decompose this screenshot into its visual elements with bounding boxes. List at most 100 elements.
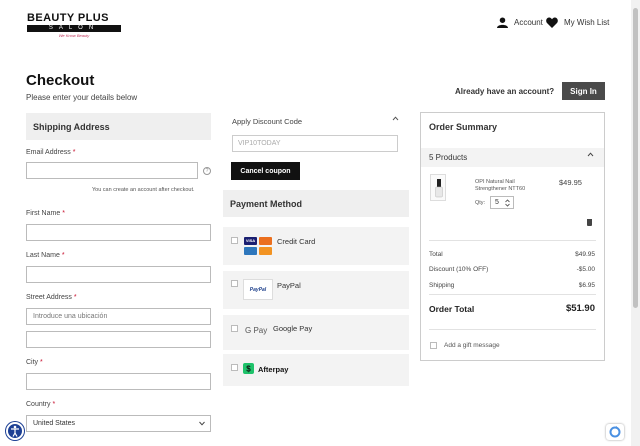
credit-card-checkbox[interactable] bbox=[231, 237, 238, 244]
discount-code-input[interactable]: VIP10TODAY bbox=[232, 135, 398, 152]
gift-message-label[interactable]: Add a gift message bbox=[444, 342, 500, 349]
last-name-label: Last Name * bbox=[26, 252, 65, 259]
country-label-text: Country bbox=[26, 401, 51, 408]
divider bbox=[429, 294, 596, 295]
wishlist-link[interactable]: My Wish List bbox=[546, 17, 609, 28]
amex-icon bbox=[244, 247, 257, 255]
required-mark: * bbox=[72, 149, 76, 156]
first-name-label: First Name * bbox=[26, 210, 65, 217]
sign-in-button[interactable]: Sign In bbox=[562, 82, 605, 100]
required-mark: * bbox=[61, 252, 65, 259]
user-icon bbox=[497, 17, 508, 28]
wishlist-label: My Wish List bbox=[564, 18, 610, 27]
help-icon[interactable]: ? bbox=[203, 167, 211, 175]
products-toggle[interactable]: 5 Products bbox=[421, 148, 604, 167]
quantity-stepper[interactable]: 5 bbox=[490, 196, 514, 209]
logo-bar-text: SALON bbox=[27, 25, 121, 32]
divider bbox=[429, 329, 596, 330]
qty-label: Qty: bbox=[475, 200, 486, 206]
shipping-address-heading: Shipping Address bbox=[26, 113, 211, 140]
payment-method-heading: Payment Method bbox=[223, 190, 409, 217]
order-summary-heading: Order Summary bbox=[429, 122, 498, 132]
brand-logo[interactable]: BEAUTY PLUS SALON We Know Beauty bbox=[27, 13, 121, 39]
account-link[interactable]: Account bbox=[497, 17, 543, 28]
page-title: Checkout bbox=[26, 72, 95, 89]
required-mark: * bbox=[52, 401, 56, 408]
google-pay-logo-icon: G Pay bbox=[245, 326, 268, 335]
required-mark: * bbox=[40, 359, 43, 366]
country-select[interactable]: United States bbox=[26, 415, 211, 432]
city-label: City * bbox=[26, 359, 43, 366]
order-total-value: $51.90 bbox=[565, 303, 595, 314]
discount-toggle[interactable]: Apply Discount Code bbox=[232, 117, 302, 126]
required-mark: * bbox=[73, 294, 77, 301]
discover-icon bbox=[259, 247, 272, 255]
email-helper-text: You can create an account after checkout… bbox=[92, 187, 195, 193]
page-subtitle: Please enter your details below bbox=[26, 93, 138, 102]
city-field[interactable] bbox=[26, 373, 211, 390]
street-field-1[interactable]: Introduce una ubicación bbox=[26, 308, 211, 325]
chevron-up-icon[interactable] bbox=[392, 116, 399, 121]
discount-label: Discount (10% OFF) bbox=[429, 266, 489, 273]
first-name-field[interactable] bbox=[26, 224, 211, 241]
products-count: 5 Products bbox=[429, 153, 468, 162]
product-thumbnail bbox=[430, 174, 446, 201]
logo-script-text: We Know Beauty bbox=[58, 33, 90, 38]
country-value: United States bbox=[33, 420, 76, 427]
already-account-text: Already have an account? bbox=[455, 87, 555, 96]
scrollbar-thumb[interactable] bbox=[633, 8, 638, 308]
last-name-field[interactable] bbox=[26, 266, 211, 283]
first-name-label-text: First Name bbox=[26, 210, 61, 217]
afterpay-logo-icon: $ bbox=[243, 363, 254, 374]
email-field[interactable] bbox=[26, 162, 198, 179]
gift-message-checkbox[interactable] bbox=[430, 342, 437, 349]
account-label: Account bbox=[514, 18, 543, 27]
chevron-up-icon bbox=[587, 152, 594, 157]
street-label: Street Address * bbox=[26, 294, 77, 301]
email-label: Email Address * bbox=[26, 149, 75, 156]
recaptcha-badge-icon[interactable] bbox=[606, 424, 624, 440]
paypal-label: PayPal bbox=[277, 281, 301, 290]
afterpay-checkbox[interactable] bbox=[231, 364, 238, 371]
logo-text: BEAUTY PLUS bbox=[27, 12, 109, 24]
google-pay-checkbox[interactable] bbox=[231, 325, 238, 332]
stepper-arrows-icon[interactable] bbox=[505, 199, 510, 207]
shipping-label: Shipping bbox=[429, 282, 455, 289]
svg-text:$: $ bbox=[246, 365, 251, 374]
payment-option-google-pay[interactable]: G Pay Google Pay bbox=[223, 315, 409, 350]
shipping-value: $6.95 bbox=[578, 282, 595, 289]
email-label-text: Email Address bbox=[26, 149, 71, 156]
product-price: $49.95 bbox=[559, 178, 582, 187]
recaptcha-icon bbox=[609, 426, 621, 438]
last-name-label-text: Last Name bbox=[26, 252, 60, 259]
google-pay-label: Google Pay bbox=[273, 324, 313, 333]
divider bbox=[429, 240, 596, 241]
paypal-logo-icon: PayPal bbox=[243, 279, 273, 300]
visa-icon: VISA bbox=[244, 237, 257, 245]
heart-icon bbox=[546, 17, 558, 28]
product-name[interactable]: OPI Natural Nail Strengthener NTT60 bbox=[475, 179, 535, 193]
total-label: Total bbox=[429, 251, 443, 258]
trash-icon[interactable] bbox=[587, 219, 592, 226]
accessibility-icon[interactable] bbox=[6, 422, 24, 440]
payment-option-paypal[interactable]: PayPal PayPal bbox=[223, 271, 409, 309]
nail-polish-bottle-icon bbox=[435, 179, 443, 198]
street-field-2[interactable] bbox=[26, 331, 211, 348]
afterpay-label: Afterpay bbox=[258, 365, 289, 374]
payment-option-credit-card[interactable]: VISA Credit Card bbox=[223, 227, 409, 265]
cancel-coupon-button[interactable]: Cancel coupon bbox=[231, 162, 300, 180]
mastercard-icon bbox=[259, 237, 272, 245]
payment-option-afterpay[interactable]: $ Afterpay bbox=[223, 354, 409, 386]
required-mark: * bbox=[62, 210, 65, 217]
total-value: $49.95 bbox=[575, 251, 595, 258]
city-label-text: City bbox=[26, 359, 39, 366]
chevron-down-icon bbox=[199, 421, 205, 426]
credit-card-label: Credit Card bbox=[277, 237, 316, 246]
accessibility-figure-icon bbox=[11, 425, 19, 437]
order-total-label: Order Total bbox=[429, 304, 475, 314]
paypal-checkbox[interactable] bbox=[231, 280, 238, 287]
order-summary-panel: Order Summary 5 Products OPI Natural Nai… bbox=[420, 112, 605, 361]
discount-value: -$5.00 bbox=[576, 266, 595, 273]
street-label-text: Street Address bbox=[26, 294, 72, 301]
qty-value: 5 bbox=[495, 199, 499, 206]
